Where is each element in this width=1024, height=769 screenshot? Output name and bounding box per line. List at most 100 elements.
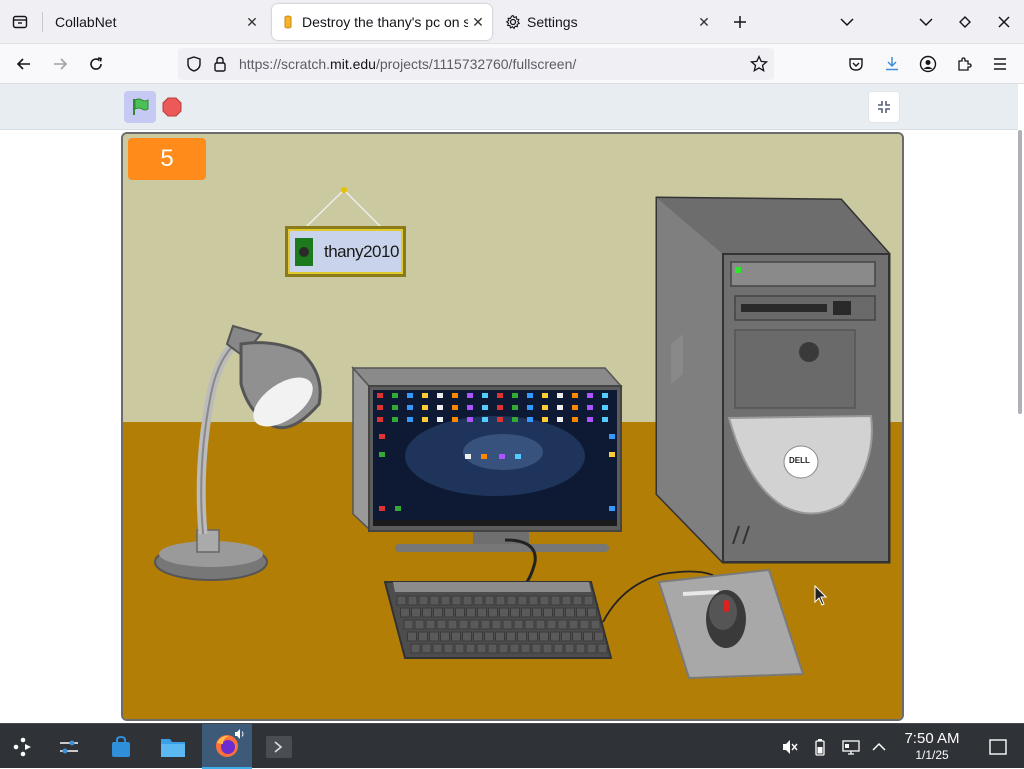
url-text[interactable]: https://scratch.mit.edu/projects/1115732… [239,56,576,72]
desktop-icon [527,393,533,398]
pocket-button[interactable] [842,50,870,78]
desktop-icon [572,393,578,398]
keyboard-key [440,631,450,642]
application-launcher[interactable] [0,724,45,769]
close-tab-icon[interactable]: ✕ [468,12,488,32]
keyboard-key [528,631,538,642]
keyboard-key [495,631,505,642]
system-settings-taskbar[interactable] [46,724,91,769]
keyboard-key [469,619,480,630]
discover-taskbar[interactable] [98,724,143,769]
keyboard-key [572,631,582,642]
desktop-icon [379,434,385,439]
star-icon[interactable] [750,55,768,73]
desktop-icon [482,405,488,410]
tab-settings[interactable]: Settings ✕ [496,4,720,40]
lock-icon[interactable] [214,56,226,72]
exit-fullscreen-button[interactable] [868,91,900,123]
url-prefix: https://scratch. [239,56,331,72]
arrow-right-icon [54,58,68,70]
extensions-button[interactable] [950,50,978,78]
desktop-icon [437,393,443,398]
desktop-icon [452,393,458,398]
desktop-icon [407,405,413,410]
keyboard-key [543,607,553,618]
project-stage[interactable]: 5 thany2010 DELL [121,132,904,721]
network-tray[interactable] [838,724,864,769]
keyboard-key [531,643,542,654]
keyboard-key [477,607,487,618]
keyboard-key [517,631,527,642]
close-icon [998,16,1010,28]
battery-tray[interactable] [810,724,830,769]
desktop-icon [602,405,608,410]
keyboard-key [491,619,502,630]
keep-above-button[interactable] [951,8,979,36]
page-scrollbar[interactable] [1018,130,1022,414]
close-tab-icon[interactable]: ✕ [242,12,262,32]
forward-button[interactable] [46,50,74,78]
url-bar[interactable]: https://scratch.mit.edu/projects/1115732… [178,48,774,80]
keyboard-key [506,631,516,642]
keyboard-key [542,643,553,654]
desktop-icon [392,417,398,422]
downloads-button[interactable] [878,50,906,78]
reload-button[interactable] [82,50,110,78]
keyboard-key [576,607,586,618]
stop-icon[interactable] [162,97,182,117]
desktop-icon [557,417,563,422]
digital-clock[interactable]: 7:50 AM 1/1/25 [896,730,968,763]
keyboard-key [520,643,531,654]
keyboard-key [407,595,418,606]
keyboard-key [403,619,414,630]
app-menu-button[interactable] [986,50,1014,78]
volume-tray[interactable] [778,724,802,769]
tab-scratch-project[interactable]: Destroy the thany's pc on s ✕ [272,4,492,40]
desktop-icon [497,393,503,398]
keyboard-key [587,607,597,618]
keyboard-key [506,595,517,606]
keyboard-key [583,631,593,642]
keyboard-key [498,643,509,654]
keyboard-key [451,595,462,606]
desktop-icon [515,454,521,459]
pc-tower [655,196,891,564]
keyboard-key [550,595,561,606]
desktop-icon [542,405,548,410]
tab-collabnet[interactable]: CollabNet ✕ [44,4,268,40]
close-tab-icon[interactable]: ✕ [694,12,714,32]
arrow-left-icon [16,58,30,70]
keyboard-key [429,631,439,642]
keyboard-key [429,595,440,606]
window-menu-button[interactable] [912,8,940,36]
account-button[interactable] [914,50,942,78]
desktop-icon [467,405,473,410]
chevron-up-icon [872,742,886,751]
close-window-button[interactable] [990,8,1018,36]
keyboard-key [425,619,436,630]
firefox-taskbar[interactable] [202,724,252,769]
list-all-tabs-button[interactable] [6,8,34,36]
show-desktop-button[interactable] [984,724,1012,769]
keyboard-key [572,595,583,606]
keyboard-key [553,643,564,654]
file-manager-taskbar[interactable] [150,724,195,769]
back-button[interactable] [10,50,38,78]
keyboard-key [432,643,443,654]
scratch-cat-icon [284,15,292,29]
konsole-taskbar[interactable] [254,724,304,769]
keyboard-key [597,643,608,654]
keyboard-key [575,643,586,654]
shield-icon[interactable] [187,56,201,72]
new-tab-button[interactable] [726,8,754,36]
show-hidden-icons-button[interactable] [868,724,890,769]
keyboard-key [546,619,557,630]
keyboard-key [539,631,549,642]
desktop-icon [422,393,428,398]
green-flag-button[interactable] [124,91,156,123]
keyboard-key [524,619,535,630]
keyboard-key [465,643,476,654]
account-icon [919,55,937,73]
keyboard-key [554,607,564,618]
tab-overflow-button[interactable] [833,8,861,36]
